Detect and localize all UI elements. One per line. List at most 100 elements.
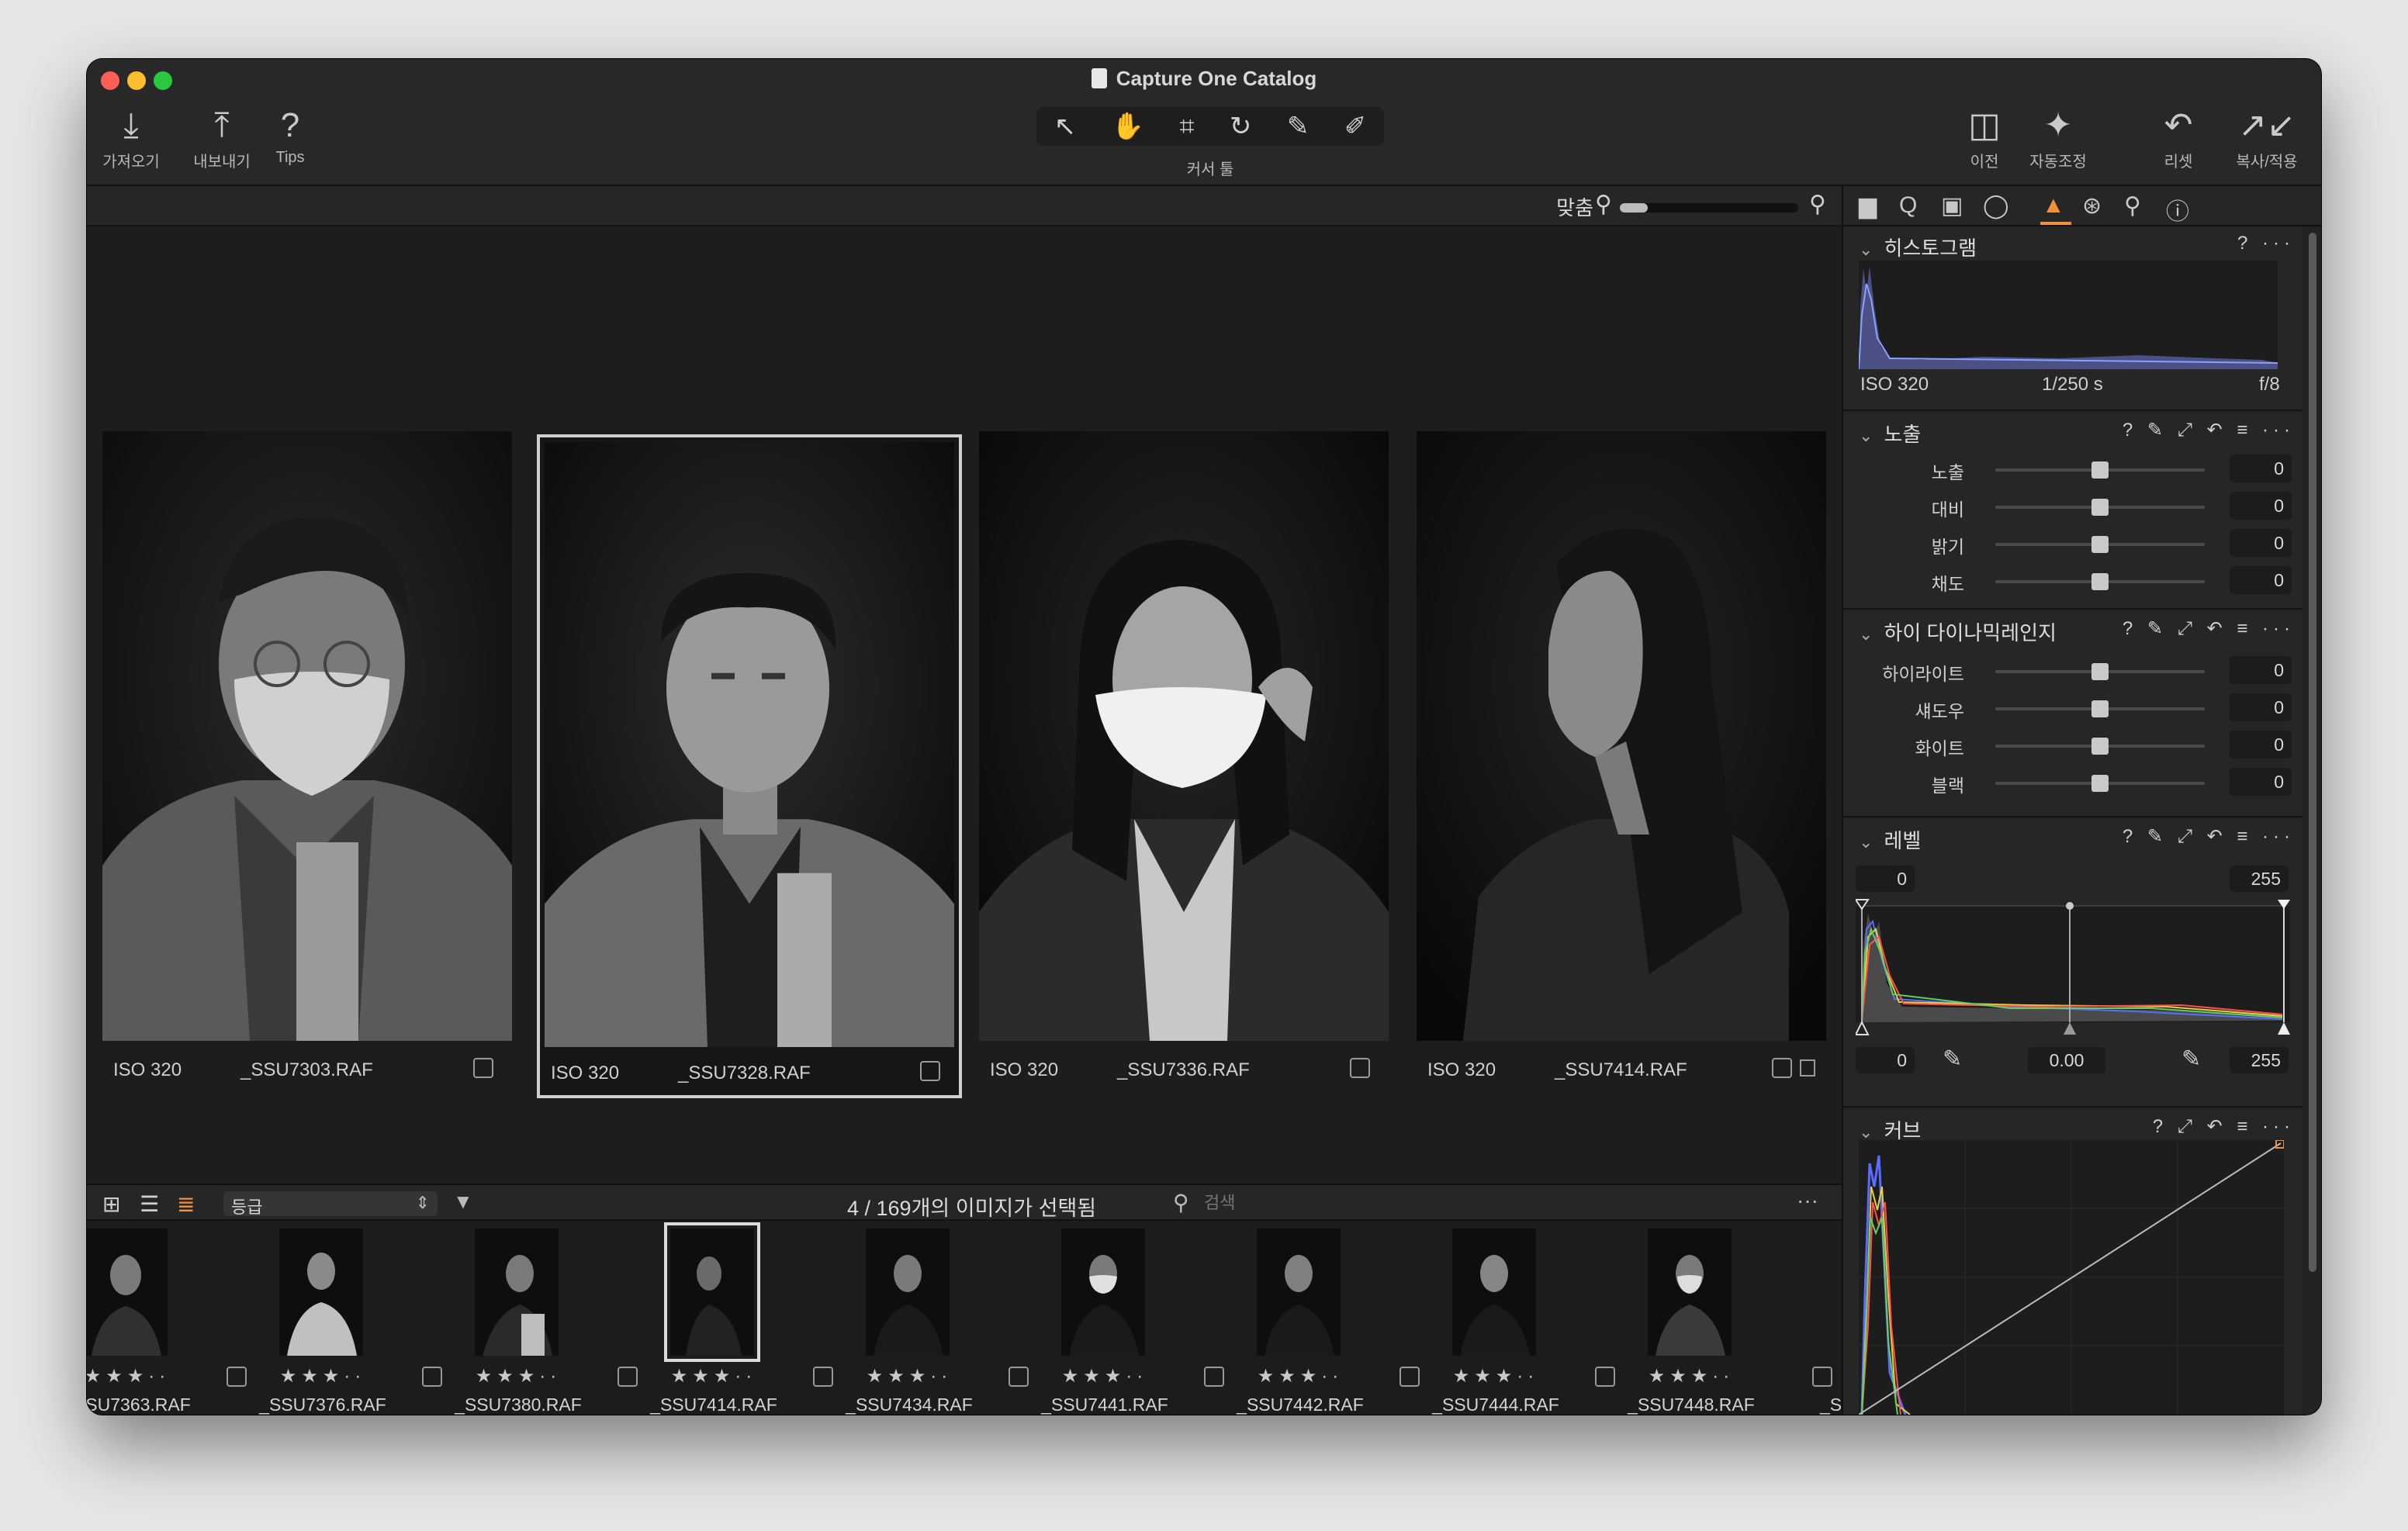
- export-button[interactable]: ⤒ 내보내기: [185, 104, 259, 171]
- rating-stars[interactable]: ★★★··: [1007, 1365, 1202, 1388]
- slider-value-field[interactable]: 0: [2230, 656, 2292, 684]
- output-low-field[interactable]: 0: [1856, 866, 1915, 892]
- hdr-header[interactable]: ⌄ 하이 다이나믹레인지: [1859, 617, 2057, 646]
- tab-exposure-icon[interactable]: ▲: [2042, 192, 2065, 219]
- tile-select-checkbox[interactable]: [473, 1058, 493, 1078]
- zoom-fit-label[interactable]: 맞춤: [1556, 192, 1593, 221]
- filmstrip-item[interactable]: _S: [1789, 1221, 1842, 1415]
- output-high-field[interactable]: 255: [2230, 866, 2289, 892]
- select-arrow-icon[interactable]: ↖: [1054, 111, 1077, 142]
- midpoint-field[interactable]: 0.00: [2028, 1047, 2105, 1073]
- filmstrip-item[interactable]: ★★★·· _SSU7442.RAF: [1202, 1221, 1398, 1415]
- rating-stars[interactable]: ★★★··: [225, 1365, 420, 1388]
- inspector-scrollbar[interactable]: [2309, 233, 2316, 1272]
- slider-value-field[interactable]: 0: [2230, 529, 2292, 557]
- curve-graph[interactable]: [1859, 1140, 2284, 1415]
- exposure-header[interactable]: ⌄ 노출: [1859, 419, 1921, 448]
- viewer-tile[interactable]: ISO 320 _SSU7414.RAF: [1417, 431, 1826, 1092]
- filmstrip-item[interactable]: ★★★·· _SSU7441.RAF: [1007, 1221, 1202, 1415]
- slider-knob[interactable]: [2091, 700, 2109, 717]
- slider-track[interactable]: [1995, 700, 2205, 717]
- histogram-header[interactable]: ⌄ 히스토그램: [1859, 233, 1977, 261]
- filmstrip-item[interactable]: ★★★·· _SSU7434.RAF: [811, 1221, 1007, 1415]
- rating-stars[interactable]: ★★★··: [1593, 1365, 1789, 1388]
- zoom-slider[interactable]: [1620, 203, 1798, 213]
- slider-value-field[interactable]: 0: [2230, 492, 2292, 520]
- copy-apply-button[interactable]: ↗↙ 복사/적용: [2228, 104, 2306, 171]
- slider-track[interactable]: [1995, 499, 2205, 516]
- slider-track[interactable]: [1995, 775, 2205, 792]
- slider-knob[interactable]: [2091, 663, 2109, 680]
- slider-track[interactable]: [1995, 461, 2205, 479]
- slider-track[interactable]: [1995, 573, 2205, 590]
- filmstrip-item[interactable]: ★★★·· _SSU7376.RAF: [225, 1221, 420, 1415]
- slider-value-field[interactable]: 0: [2230, 454, 2292, 482]
- tab-capture-icon[interactable]: Q: [1899, 192, 1917, 219]
- slider-value-field[interactable]: 0: [2230, 768, 2292, 796]
- filmstrip-item[interactable]: ★★★·· _SSU7444.RAF: [1398, 1221, 1593, 1415]
- slider-knob[interactable]: [2091, 775, 2109, 792]
- thumb-select-checkbox[interactable]: [1812, 1367, 1832, 1387]
- rating-stars[interactable]: ★★★··: [1398, 1365, 1593, 1388]
- slider-track[interactable]: [1995, 536, 2205, 553]
- panel-actions[interactable]: ? ✎ ⤢ ↶ ≡ ···: [2123, 617, 2295, 640]
- tab-color-icon[interactable]: ◯: [1983, 192, 2009, 219]
- filmstrip-item[interactable]: ★★★·· _SSU7363.RAF: [87, 1221, 225, 1415]
- rating-stars[interactable]: ★★★··: [616, 1365, 811, 1388]
- filmstrip-item[interactable]: ★★★·· _SSU7380.RAF: [420, 1221, 616, 1415]
- filmstrip-item[interactable]: ★★★·· _SSU7448.RAF: [1593, 1221, 1789, 1415]
- brush-icon[interactable]: ✐: [1344, 111, 1367, 142]
- input-low-field[interactable]: 0: [1856, 1047, 1915, 1073]
- input-high-field[interactable]: 255: [2230, 1047, 2289, 1073]
- slider-knob[interactable]: [2091, 499, 2109, 516]
- panel-actions[interactable]: ? ✎ ⤢ ↶ ≡ ···: [2123, 825, 2295, 848]
- search-input[interactable]: [1204, 1190, 1778, 1216]
- tab-lens-icon[interactable]: ▣: [1941, 192, 1963, 219]
- import-button[interactable]: ⤓ 가져오기: [102, 104, 160, 171]
- rating-stars[interactable]: ★★★··: [87, 1365, 225, 1388]
- panel-actions[interactable]: ? ✎ ⤢ ↶ ≡ ···: [2123, 419, 2295, 441]
- levels-header[interactable]: ⌄ 레벨: [1859, 825, 1921, 854]
- more-options-button[interactable]: ···: [1797, 1188, 1818, 1213]
- filmstrip-item-selected[interactable]: ★★★·· _SSU7414.RAF: [616, 1221, 811, 1415]
- slider-value-field[interactable]: 0: [2230, 731, 2292, 759]
- zoom-slider-thumb[interactable]: [1620, 203, 1648, 213]
- rating-stars[interactable]: ★★★··: [1202, 1365, 1398, 1388]
- tile-select-checkbox[interactable]: [920, 1061, 940, 1081]
- panel-actions[interactable]: ? ⤢ ↶ ≡ ···: [2153, 1115, 2295, 1138]
- zoom-out-icon[interactable]: ⚲: [1595, 191, 1612, 218]
- zoom-in-icon[interactable]: ⚲: [1809, 191, 1826, 218]
- rotate-icon[interactable]: ↻: [1230, 111, 1252, 142]
- sort-select[interactable]: 등급 ⇕: [223, 1191, 438, 1217]
- slider-knob[interactable]: [2091, 536, 2109, 553]
- viewer-tile[interactable]: ISO 320 _SSU7336.RAF: [979, 431, 1389, 1092]
- slider-knob[interactable]: [2091, 461, 2109, 479]
- list-view-icon[interactable]: ☰: [140, 1191, 159, 1217]
- before-button[interactable]: ◫ 이전: [1961, 104, 2008, 171]
- search-icon[interactable]: ⚲: [1173, 1190, 1189, 1215]
- reset-button[interactable]: ↶ 리셋: [2155, 104, 2202, 171]
- slider-knob[interactable]: [2091, 573, 2109, 590]
- tab-library-folder-icon[interactable]: ▆: [1859, 192, 1877, 219]
- auto-adjust-button[interactable]: ✦ 자동조정: [2023, 104, 2093, 171]
- viewer-tile-selected[interactable]: ISO 320 _SSU7328.RAF: [537, 434, 962, 1098]
- viewer-tile[interactable]: ISO 320 _SSU7303.RAF: [102, 431, 512, 1092]
- black-point-picker-icon[interactable]: ✎: [1943, 1045, 1962, 1073]
- rating-stars[interactable]: ★★★··: [420, 1365, 616, 1388]
- tab-color-balance-icon[interactable]: ⊛: [2082, 192, 2102, 219]
- tab-details-icon[interactable]: ⚲: [2124, 192, 2141, 219]
- pan-hand-icon[interactable]: ✋: [1112, 111, 1144, 142]
- filter-icon[interactable]: ▼: [453, 1190, 473, 1214]
- grid-view-icon[interactable]: ⊞: [102, 1191, 120, 1217]
- tile-select-checkbox[interactable]: [1350, 1058, 1370, 1078]
- tab-info-icon[interactable]: ⓘ: [2166, 192, 2189, 226]
- slider-track[interactable]: [1995, 663, 2205, 680]
- slider-knob[interactable]: [2091, 738, 2109, 755]
- white-point-picker-icon[interactable]: ✎: [2181, 1045, 2201, 1073]
- tips-button[interactable]: ? Tips: [267, 104, 313, 167]
- rating-stars[interactable]: ★★★··: [811, 1365, 1007, 1388]
- panel-actions[interactable]: ? ···: [2237, 233, 2295, 254]
- levels-graph[interactable]: [1856, 898, 2290, 1038]
- tile-select-checkbox[interactable]: [1772, 1058, 1792, 1078]
- picker-icon[interactable]: ✎: [1287, 111, 1310, 142]
